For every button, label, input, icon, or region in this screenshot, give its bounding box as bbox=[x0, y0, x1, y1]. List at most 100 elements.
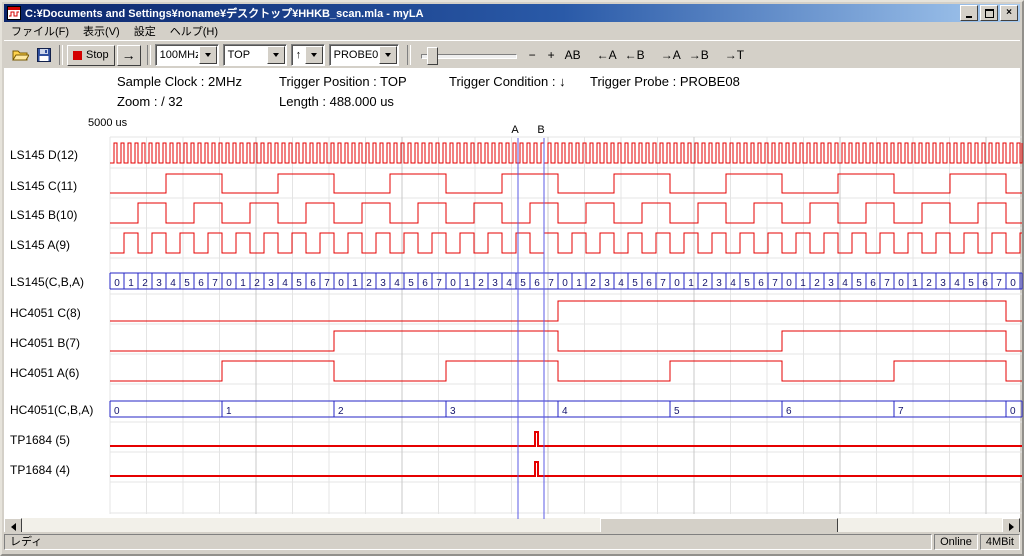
bus-value: 4 bbox=[170, 278, 176, 289]
wave-LS145 A(9) bbox=[110, 233, 1022, 253]
bus-value: 1 bbox=[800, 278, 806, 289]
channel-label: LS145 B(10) bbox=[10, 208, 77, 222]
goto-marker-b-right-button[interactable]: →B bbox=[686, 45, 712, 65]
info-sample-clock: Sample Clock : 2MHz bbox=[117, 74, 242, 89]
toolbar-separator bbox=[407, 45, 411, 65]
bus-value: 2 bbox=[702, 278, 708, 289]
bus-value: 3 bbox=[492, 278, 498, 289]
zoom-ab-button[interactable]: AB bbox=[562, 45, 584, 65]
channel-label: LS145 C(11) bbox=[10, 179, 77, 193]
channel-label: LS145 D(12) bbox=[10, 148, 78, 162]
bus-value: 6 bbox=[786, 406, 792, 417]
bus-value: 6 bbox=[758, 278, 764, 289]
bus-value: 2 bbox=[590, 278, 596, 289]
trigger-edge-combobox[interactable]: ↑ bbox=[291, 44, 325, 66]
zoom-out-button[interactable]: − bbox=[524, 45, 541, 65]
marker-label-A: A bbox=[511, 124, 519, 136]
triangle-right-icon bbox=[1009, 523, 1014, 531]
goto-marker-a-right-button[interactable]: →A bbox=[658, 45, 684, 65]
bus-value: 1 bbox=[576, 278, 582, 289]
bus-value: 3 bbox=[828, 278, 834, 289]
bus-value: 6 bbox=[422, 278, 428, 289]
bus-value: 6 bbox=[198, 278, 204, 289]
channel-label: HC4051(C,B,A) bbox=[10, 403, 93, 417]
waveform-display[interactable]: 5000 usLS145 D(12)LS145 C(11)LS145 B(10)… bbox=[2, 117, 1024, 521]
channel-label: HC4051 B(7) bbox=[10, 336, 80, 350]
dropdown-button[interactable] bbox=[379, 46, 397, 64]
maximize-button[interactable] bbox=[980, 5, 998, 21]
bus-value: 7 bbox=[996, 278, 1002, 289]
menu-settings[interactable]: 設定 bbox=[127, 21, 163, 41]
titlebar[interactable]: C:¥Documents and Settings¥noname¥デスクトップ¥… bbox=[4, 4, 1020, 22]
goto-marker-a-left-button[interactable]: ←A bbox=[594, 45, 620, 65]
toolbar-separator bbox=[59, 45, 63, 65]
open-folder-icon bbox=[12, 48, 29, 62]
bus-value: 0 bbox=[1010, 406, 1016, 417]
bus-value: 6 bbox=[982, 278, 988, 289]
bus-value: 4 bbox=[730, 278, 736, 289]
trigger-probe-combobox[interactable]: PROBE00 bbox=[329, 44, 399, 66]
bus-value: 5 bbox=[632, 278, 638, 289]
info-trigger-position: Trigger Position : TOP bbox=[279, 74, 407, 89]
bus-value: 0 bbox=[898, 278, 904, 289]
app-window: C:¥Documents and Settings¥noname¥デスクトップ¥… bbox=[0, 0, 1024, 556]
bus-HC4051(C,B,A): 012345670 bbox=[110, 401, 1022, 417]
sample-rate-combobox[interactable]: 100MHz bbox=[155, 44, 219, 66]
bus-value: 0 bbox=[338, 278, 344, 289]
bus-value: 5 bbox=[520, 278, 526, 289]
goto-marker-b-left-button[interactable]: ←B bbox=[622, 45, 648, 65]
wave-HC4051 A(6) bbox=[110, 361, 1022, 381]
zoom-slider[interactable] bbox=[419, 45, 519, 65]
goto-trigger-button[interactable]: →T bbox=[722, 45, 747, 65]
menu-file[interactable]: ファイル(F) bbox=[4, 21, 76, 41]
save-file-button[interactable] bbox=[32, 44, 55, 66]
statusbar: レディ Online 4MBit bbox=[4, 532, 1020, 552]
bus-value: 0 bbox=[450, 278, 456, 289]
bus-value: 3 bbox=[604, 278, 610, 289]
bus-value: 2 bbox=[254, 278, 260, 289]
menu-view[interactable]: 表示(V) bbox=[76, 21, 127, 41]
chevron-down-icon bbox=[205, 53, 211, 57]
wave-LS145 C(11) bbox=[110, 174, 1022, 193]
dropdown-button[interactable] bbox=[199, 46, 217, 64]
dropdown-button[interactable] bbox=[267, 46, 285, 64]
zoom-slider-thumb[interactable] bbox=[427, 47, 438, 65]
bus-value: 7 bbox=[436, 278, 442, 289]
bus-value: 7 bbox=[898, 406, 904, 417]
toolbar: Stop → 100MHz TOP ↑ PROBE00 − + AB ←A ←B bbox=[4, 40, 1020, 70]
bus-value: 0 bbox=[786, 278, 792, 289]
minimize-button[interactable] bbox=[960, 5, 978, 21]
stop-label: Stop bbox=[86, 49, 109, 61]
trigger-position-combobox[interactable]: TOP bbox=[223, 44, 287, 66]
bus-value: 1 bbox=[464, 278, 470, 289]
dropdown-button[interactable] bbox=[305, 46, 323, 64]
bus-value: 6 bbox=[310, 278, 316, 289]
wave-TP1684 (5) bbox=[110, 432, 1022, 446]
zoom-in-button[interactable]: + bbox=[543, 45, 560, 65]
bus-value: 0 bbox=[226, 278, 232, 289]
run-button[interactable]: → bbox=[117, 45, 141, 66]
stop-button[interactable]: Stop bbox=[67, 45, 115, 66]
bus-value: 2 bbox=[142, 278, 148, 289]
close-button[interactable]: × bbox=[1000, 5, 1018, 21]
bus-value: 0 bbox=[562, 278, 568, 289]
status-ready: レディ bbox=[4, 534, 932, 550]
open-file-button[interactable] bbox=[9, 44, 32, 66]
info-length: Length : 488.000 us bbox=[279, 94, 394, 109]
bus-value: 4 bbox=[954, 278, 960, 289]
bus-value: 2 bbox=[814, 278, 820, 289]
window-title: C:¥Documents and Settings¥noname¥デスクトップ¥… bbox=[25, 5, 958, 21]
menu-help[interactable]: ヘルプ(H) bbox=[163, 21, 225, 41]
bus-value: 5 bbox=[744, 278, 750, 289]
bus-value: 0 bbox=[1010, 278, 1016, 289]
bus-value: 3 bbox=[268, 278, 274, 289]
maximize-icon bbox=[985, 9, 994, 18]
bus-value: 5 bbox=[408, 278, 414, 289]
bus-value: 2 bbox=[478, 278, 484, 289]
bus-value: 5 bbox=[856, 278, 862, 289]
bus-value: 1 bbox=[128, 278, 134, 289]
minimize-icon bbox=[966, 16, 972, 18]
wave-HC4051 C(8) bbox=[110, 301, 1022, 321]
bus-value: 4 bbox=[618, 278, 624, 289]
floppy-disk-icon bbox=[37, 48, 51, 62]
